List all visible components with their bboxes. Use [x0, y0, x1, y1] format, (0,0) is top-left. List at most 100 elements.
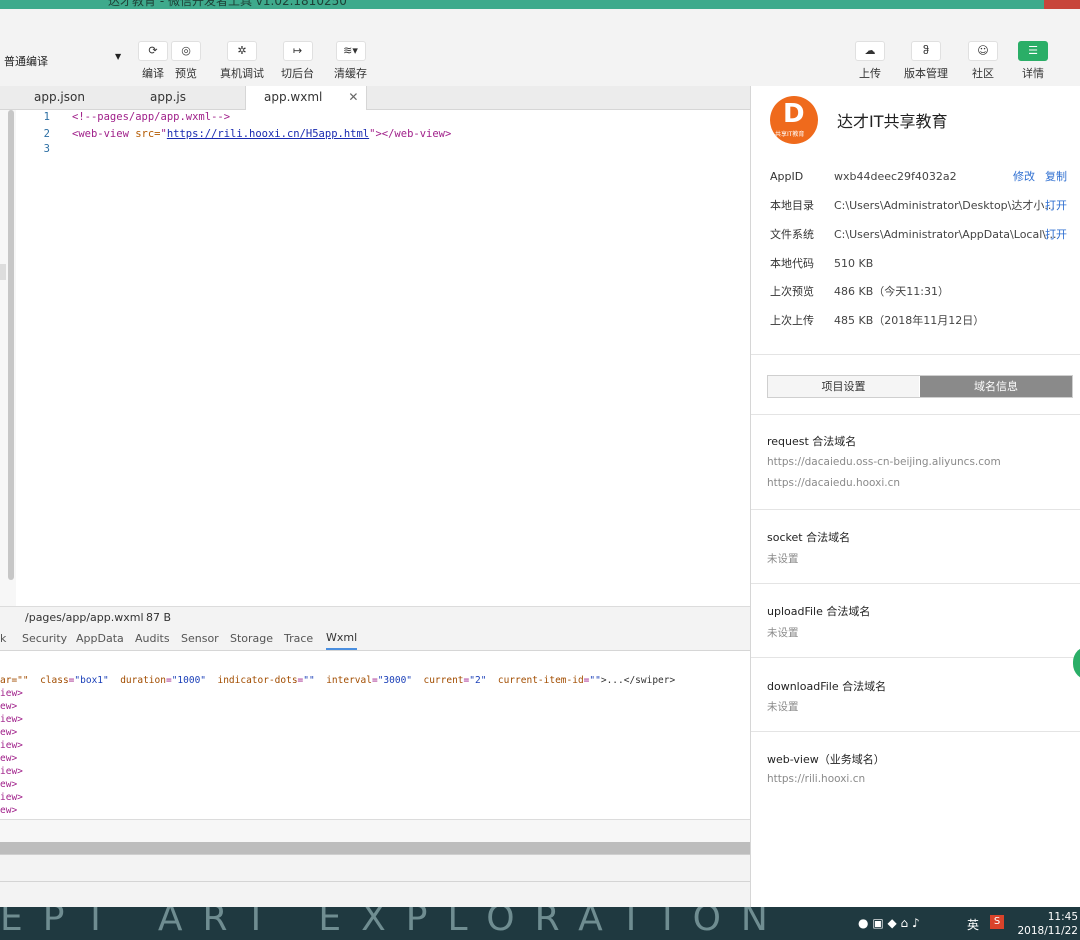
toolbar: 普通编译 ▼ ⟳ 编译 ◎ 预览 ✲ 真机调试 ↦ 切后台 ≋▾ 清缓存 ☁ 上… — [0, 9, 1080, 85]
close-tab-icon[interactable]: ✕ — [348, 90, 358, 104]
wxml-attr-name: current-item-id — [497, 675, 584, 686]
compile-button[interactable]: ⟳ 编译 — [138, 41, 168, 81]
editor-gutter-edge — [0, 110, 16, 606]
eye-icon: ◎ — [171, 41, 201, 61]
wxml-attr-value: "2" — [469, 675, 487, 686]
tab-app-js[interactable]: app.js — [150, 86, 186, 109]
divider — [751, 414, 1080, 415]
wxml-attr-name: class — [40, 675, 69, 686]
tab-app-wxml[interactable]: app.wxml ✕ — [245, 86, 368, 110]
preview-label: 预览 — [175, 67, 197, 80]
wxml-node[interactable]: ew> — [0, 804, 17, 817]
remote-debug-button[interactable]: ✲ 真机调试 — [220, 41, 264, 81]
project-name: 达才IT共享教育 — [837, 112, 948, 131]
wxml-node[interactable]: iew> — [0, 791, 23, 804]
security-tray-icon[interactable]: ◆ — [887, 916, 896, 930]
network-icon[interactable]: ⌂ — [901, 916, 909, 930]
tab-storage[interactable]: Storage — [230, 628, 273, 650]
code-url-link[interactable]: https://rili.hooxi.cn/H5app.html — [167, 128, 369, 140]
info-row-last-preview: 上次预览 486 KB（今天11:31） — [770, 283, 1070, 301]
tab-trace[interactable]: Trace — [284, 628, 313, 650]
refresh-icon: ⟳ — [138, 41, 168, 61]
horizontal-scrollbar[interactable] — [0, 842, 750, 854]
segment-project-settings[interactable]: 项目设置 — [768, 376, 919, 397]
divider — [751, 731, 1080, 732]
wxml-node-swiper[interactable]: ar="" class="box1" duration="1000" indic… — [0, 674, 675, 687]
version-button[interactable]: ჵ 版本管理 — [904, 41, 948, 81]
tray-icons[interactable]: ● ▣ ◆ ⌂ ♪ — [858, 916, 920, 930]
clock-time: 11:45 — [1047, 911, 1078, 923]
tab-security[interactable]: Security — [22, 628, 67, 650]
clear-cache-label: 清缓存 — [334, 67, 367, 80]
window-title: 达才教育 - 微信开发者工具 v1.02.1810250 — [108, 0, 347, 8]
line-number: 1 — [43, 111, 50, 123]
wxml-node[interactable]: iew> — [0, 739, 23, 752]
domain-title-socket: socket 合法域名 — [767, 531, 851, 544]
info-value: C:\Users\Administrator\AppData\Local\... — [834, 228, 1057, 241]
devtools-tabs: k Security AppData Audits Sensor Storage… — [0, 628, 750, 651]
open-local-dir-link[interactable]: 打开 — [1045, 197, 1067, 215]
sogou-icon[interactable]: S — [990, 915, 1004, 929]
edit-appid-link[interactable]: 修改 — [1013, 168, 1035, 186]
divider — [751, 657, 1080, 658]
version-label: 版本管理 — [904, 67, 948, 80]
code-comment: <!--pages/app/app.wxml--> — [72, 111, 231, 123]
file-size: 87 B — [146, 611, 172, 624]
floating-action-button[interactable] — [1073, 646, 1080, 680]
wxml-node[interactable]: iew> — [0, 713, 23, 726]
windows-taskbar: EPT ART EXPLORATION ● ▣ ◆ ⌂ ♪ 英 S 11:45 … — [0, 907, 1080, 940]
details-button[interactable]: ☰ 详情 — [1018, 41, 1048, 81]
copy-appid-link[interactable]: 复制 — [1045, 168, 1067, 186]
wxml-node[interactable]: ew> — [0, 726, 17, 739]
qq-icon[interactable]: ● — [858, 916, 868, 930]
compile-mode-select[interactable]: 普通编译 ▼ — [0, 50, 132, 70]
project-logo: D 共享IT教育 — [770, 96, 818, 144]
wxml-node[interactable]: ew> — [0, 752, 17, 765]
community-button[interactable]: ☺ 社区 — [968, 41, 998, 81]
info-key: 文件系统 — [770, 228, 814, 241]
editor-scrollbar[interactable] — [8, 110, 14, 580]
tab-network[interactable]: k — [0, 628, 6, 650]
wxml-node[interactable]: iew> — [0, 687, 23, 700]
tab-audits[interactable]: Audits — [135, 628, 170, 650]
code-editor[interactable]: 1 <!--pages/app/app.wxml--> 2 <web-view sr… — [16, 110, 750, 606]
code-line: 2 <web-view src="https://rili.hooxi.cn/H5… — [16, 128, 452, 141]
clear-cache-button[interactable]: ≋▾ 清缓存 — [334, 41, 367, 81]
tab-sensor[interactable]: Sensor — [181, 628, 219, 650]
code-tag-close: ></web-view> — [375, 128, 452, 140]
wxml-node[interactable]: ew> — [0, 700, 17, 713]
background-button[interactable]: ↦ 切后台 — [281, 41, 314, 81]
volume-icon[interactable]: ♪ — [912, 916, 920, 930]
line-number: 2 — [43, 128, 50, 140]
code-attr: src= — [135, 128, 161, 140]
info-key: AppID — [770, 170, 804, 183]
tab-appdata[interactable]: AppData — [76, 628, 124, 650]
open-filesystem-link[interactable]: 打开 — [1045, 226, 1067, 244]
domain-value: 未设置 — [767, 553, 799, 565]
taskbar-clock[interactable]: 11:45 2018/11/22 — [1016, 910, 1078, 938]
tab-app-wxml-label: app.wxml — [264, 90, 323, 104]
segment-domain-info[interactable]: 域名信息 — [920, 376, 1072, 397]
wxml-attr-name: current — [423, 675, 464, 686]
wxml-node[interactable]: iew> — [0, 765, 23, 778]
info-row-filesystem: 文件系统 C:\Users\Administrator\AppData\Loca… — [770, 226, 1070, 244]
wxml-panel[interactable]: ar="" class="box1" duration="1000" indic… — [0, 651, 750, 819]
console-input-bar[interactable] — [0, 819, 750, 842]
divider — [751, 354, 1080, 355]
app-tray-icon[interactable]: ▣ — [872, 916, 883, 930]
ime-indicator[interactable]: 英 — [967, 916, 979, 933]
details-panel: D 共享IT教育 达才IT共享教育 AppID wxb44deec29f4032… — [750, 86, 1080, 907]
tab-app-json[interactable]: app.json — [34, 86, 85, 109]
window-close-button[interactable] — [1044, 0, 1080, 9]
info-value: wxb44deec29f4032a2 — [834, 170, 957, 183]
wxml-node[interactable]: ew> — [0, 778, 17, 791]
clock-date: 2018/11/22 — [1017, 925, 1078, 937]
preview-button[interactable]: ◎ 预览 — [171, 41, 201, 81]
tab-wxml[interactable]: Wxml — [326, 628, 358, 650]
code-tag-open: <web-view — [72, 128, 136, 140]
info-row-local-dir: 本地目录 C:\Users\Administrator\Desktop\达才小.… — [770, 197, 1070, 215]
switch-icon: ↦ — [282, 41, 313, 61]
wallpaper-text: EPT ART EXPLORATION — [0, 907, 788, 939]
editor-statusbar: /pages/app/app.wxml 87 B — [0, 606, 750, 628]
upload-button[interactable]: ☁ 上传 — [855, 41, 885, 81]
